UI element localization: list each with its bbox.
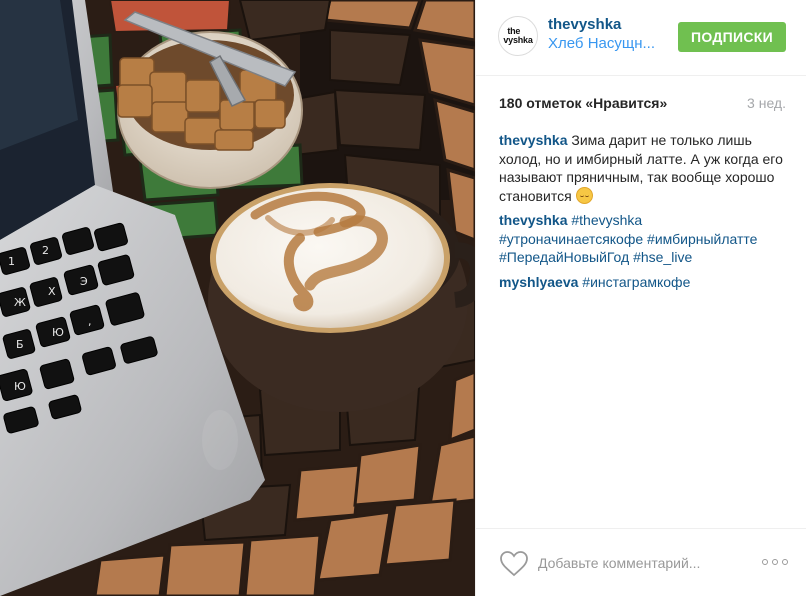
avatar-logo-line-2: vyshka <box>503 35 533 45</box>
comment-author-link[interactable]: thevyshka <box>499 132 567 148</box>
comments-list: thevyshka Зима дарит не только лишь холо… <box>499 131 789 297</box>
hashtag-link[interactable]: #имбирныйлатте <box>647 231 757 247</box>
avatar[interactable]: the vyshka <box>498 16 538 56</box>
follow-button[interactable]: ПОДПИСКИ <box>678 22 786 52</box>
comment: myshlyaeva #инстаграмкофе <box>499 273 789 292</box>
comment-author-link[interactable]: myshlyaeva <box>499 274 578 290</box>
svg-text:1: 1 <box>8 255 15 268</box>
post-header: the vyshka thevyshka Хлеб Насущн... ПОДП… <box>476 0 806 76</box>
svg-text:Э: Э <box>80 275 88 288</box>
svg-text:Ю: Ю <box>14 380 26 393</box>
post-timestamp[interactable]: 3 нед. <box>747 95 786 111</box>
username-link[interactable]: thevyshka <box>548 16 678 34</box>
relieved-face-emoji-icon <box>575 186 593 204</box>
more-dot <box>772 559 778 565</box>
hashtag-link[interactable]: #ПередайНовыйГод <box>499 249 629 265</box>
svg-text:Ю: Ю <box>52 326 64 339</box>
comment: thevyshka #thevyshka #утроначинаетсякофе… <box>499 211 789 267</box>
heart-icon[interactable] <box>500 551 528 577</box>
caption-comment: thevyshka Зима дарит не только лишь холо… <box>499 131 789 205</box>
add-comment-input[interactable] <box>538 549 728 577</box>
location-link[interactable]: Хлеб Насущн... <box>548 34 678 54</box>
post-footer <box>476 528 806 596</box>
hashtag-link[interactable]: #инстаграмкофе <box>582 274 690 290</box>
svg-text:,: , <box>88 315 92 328</box>
post-details-panel: the vyshka thevyshka Хлеб Насущн... ПОДП… <box>475 0 806 596</box>
latte-photo-illustration: 1 2 Ж Х Э Б Ю, Ю <box>0 0 475 596</box>
svg-text:2: 2 <box>42 244 49 257</box>
user-block: thevyshka Хлеб Насущн... <box>548 16 678 54</box>
hashtag-link[interactable]: #thevyshka <box>571 212 642 228</box>
more-options-icon[interactable] <box>762 559 788 569</box>
instagram-post: 1 2 Ж Х Э Б Ю, Ю the vyshka thevyshka Хлеб Н… <box>0 0 806 596</box>
post-stats: 180 отметок «Нравится» 3 нед. <box>499 95 786 111</box>
comment-author-link[interactable]: thevyshka <box>499 212 567 228</box>
svg-text:Х: Х <box>48 285 56 298</box>
post-photo[interactable]: 1 2 Ж Х Э Б Ю, Ю <box>0 0 475 596</box>
hashtag-link[interactable]: #утроначинаетсякофе <box>499 231 643 247</box>
more-dot <box>782 559 788 565</box>
avatar-logo: the vyshka <box>503 27 533 45</box>
svg-text:Б: Б <box>16 338 24 351</box>
more-dot <box>762 559 768 565</box>
svg-text:Ж: Ж <box>14 296 26 309</box>
likes-count[interactable]: 180 отметок «Нравится» <box>499 95 667 111</box>
hashtag-link[interactable]: #hse_live <box>633 249 692 265</box>
